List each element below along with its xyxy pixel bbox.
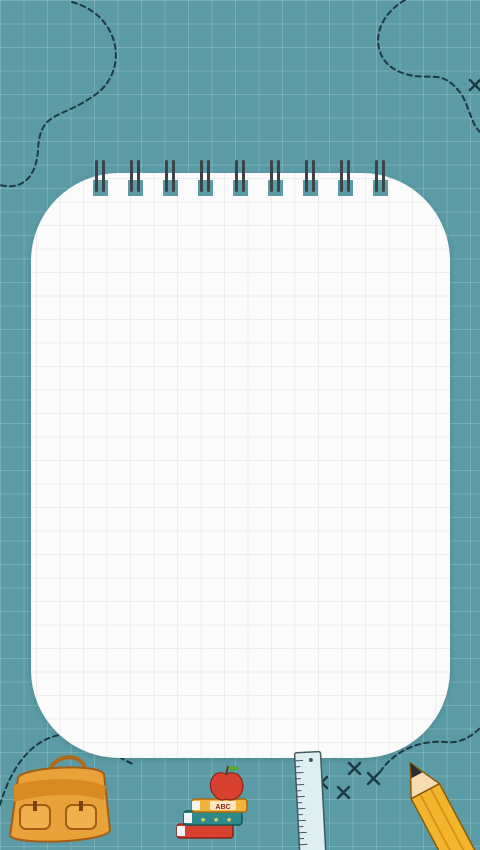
svg-text:★: ★ — [200, 816, 206, 824]
book-spine-label: ABC — [215, 804, 230, 811]
svg-text:★: ★ — [213, 816, 219, 824]
ruler-icon — [293, 750, 327, 850]
svg-text:★: ★ — [226, 816, 232, 824]
pencil-icon — [409, 761, 479, 850]
illustration-layer: ★ ★ ★ ABC — [8, 750, 479, 850]
apple-icon — [209, 765, 244, 801]
books-stack-icon: ★ ★ ★ ABC — [176, 798, 248, 839]
backpack-icon — [8, 755, 112, 843]
